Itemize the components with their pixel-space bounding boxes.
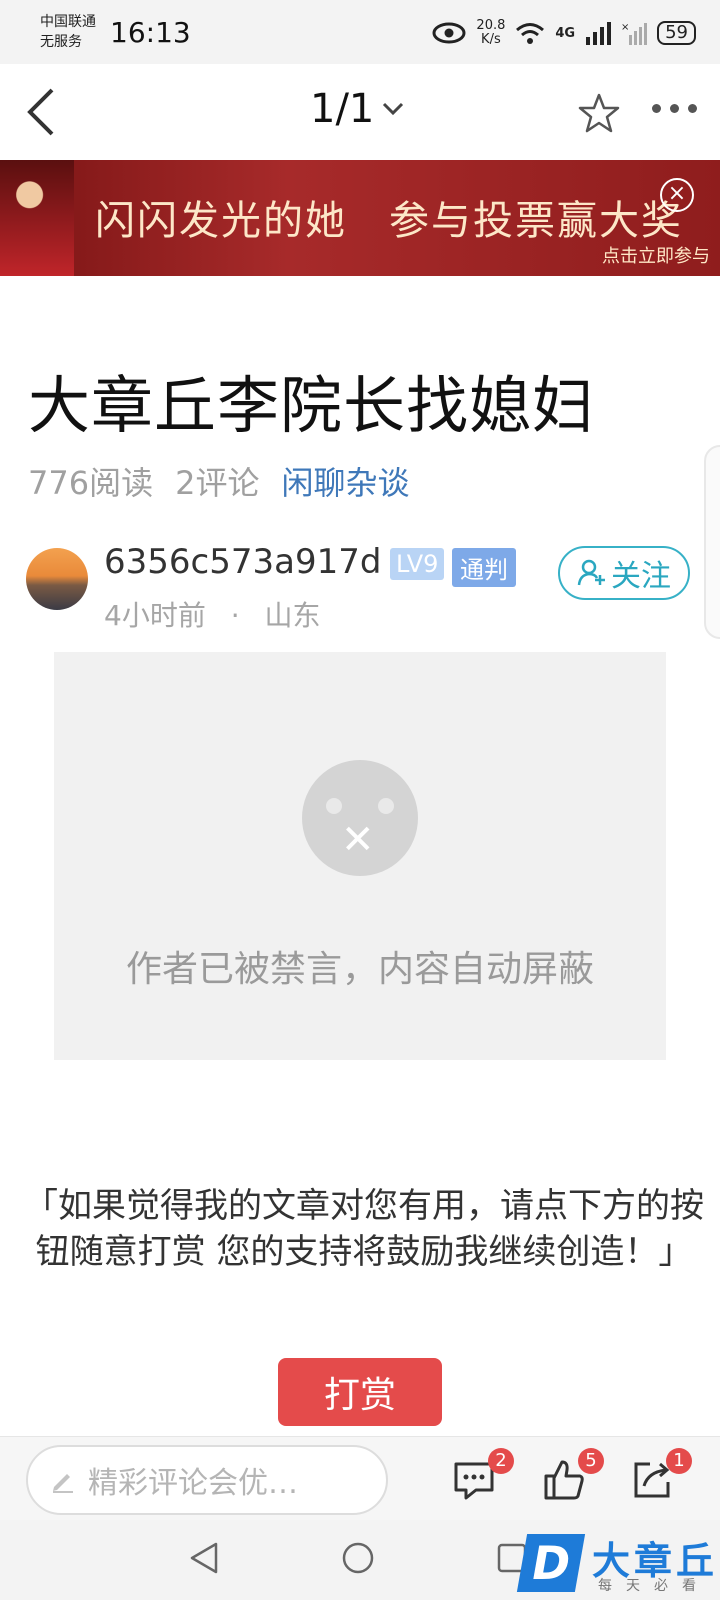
nav-back-icon[interactable] — [186, 1540, 222, 1576]
status-time: 16:13 — [110, 16, 191, 49]
share-badge: 1 — [666, 1448, 692, 1474]
nav-home-icon[interactable] — [340, 1540, 376, 1576]
banner-title: 闪闪发光的她 参与投票赢大奖 — [95, 198, 683, 244]
more-options-icon[interactable] — [652, 104, 697, 113]
star-icon[interactable] — [578, 92, 620, 134]
carrier-info: 中国联通 无服务 — [40, 12, 96, 52]
avatar[interactable] — [26, 548, 88, 610]
wifi-icon — [516, 23, 545, 44]
like-badge: 5 — [578, 1448, 604, 1474]
share-button[interactable]: 1 — [630, 1448, 692, 1504]
comment-badge: 2 — [488, 1448, 514, 1474]
level-badge: LV9 — [390, 548, 445, 580]
carrier-name: 中国联通 — [40, 14, 96, 30]
no-signal-icon: × — [621, 22, 648, 45]
category-link[interactable]: 闲聊杂谈 — [281, 458, 409, 504]
promo-banner[interactable]: 闪闪发光的她 参与投票赢大奖 点击立即参与 × — [0, 160, 720, 276]
battery-indicator: 59 — [657, 21, 696, 45]
eye-icon — [432, 22, 466, 44]
follow-button[interactable]: 关注 — [558, 546, 690, 600]
post-time: 4小时前 — [104, 599, 206, 632]
page-indicator[interactable]: 1/1 — [310, 86, 404, 132]
add-user-icon — [577, 559, 605, 586]
chevron-down-icon — [383, 102, 404, 116]
banner-cta: 点击立即参与 — [602, 246, 710, 267]
location: 山东 — [264, 599, 321, 632]
net-speed: 20.8 K/s — [476, 18, 506, 47]
title-badge: 通判 — [452, 548, 516, 587]
banner-image — [0, 160, 74, 276]
watermark-logo-icon: D — [516, 1534, 586, 1592]
like-button[interactable]: 5 — [542, 1448, 604, 1504]
comment-input[interactable]: 精彩评论会优… — [26, 1445, 388, 1515]
blocked-message: 作者已被禁言，内容自动屏蔽 — [125, 949, 594, 990]
svg-text:×: × — [621, 22, 629, 33]
back-icon[interactable] — [22, 86, 62, 138]
status-icons: 20.8 K/s 4G × 59 — [432, 16, 696, 50]
comments-button[interactable]: 2 — [452, 1448, 514, 1504]
side-drawer-handle[interactable] — [704, 445, 720, 639]
carrier-service: 无服务 — [40, 34, 82, 50]
close-icon[interactable]: × — [660, 178, 694, 212]
comment-count: 2评论 — [175, 464, 260, 502]
read-count: 776阅读 — [28, 464, 154, 502]
signal-label: 4G — [555, 25, 576, 41]
blocked-face-icon: ✕ — [302, 760, 418, 876]
page-count: 1/1 — [310, 86, 375, 132]
reward-tip: 「如果觉得我的文章对您有用，请点下方的按钮随意打赏 您的支持将鼓励我继续创造！」 — [24, 1186, 704, 1272]
article-title: 大章丘李院长找媳妇 — [28, 369, 596, 442]
meta-separator: · — [230, 599, 240, 632]
signal-icon — [586, 22, 612, 45]
top-nav: 1/1 — [0, 64, 720, 160]
watermark-sub: 每天必看 — [598, 1578, 710, 1594]
follow-label: 关注 — [611, 559, 671, 594]
comment-placeholder: 精彩评论会优… — [88, 1466, 298, 1501]
author-sub: 4小时前 · 山东 — [104, 594, 321, 634]
article-meta: 776阅读 2评论 闲聊杂谈 — [28, 458, 409, 504]
pencil-icon — [53, 1474, 73, 1493]
reward-button[interactable]: 打赏 — [278, 1358, 442, 1426]
author-name[interactable]: 6356c573a917d — [104, 542, 381, 582]
